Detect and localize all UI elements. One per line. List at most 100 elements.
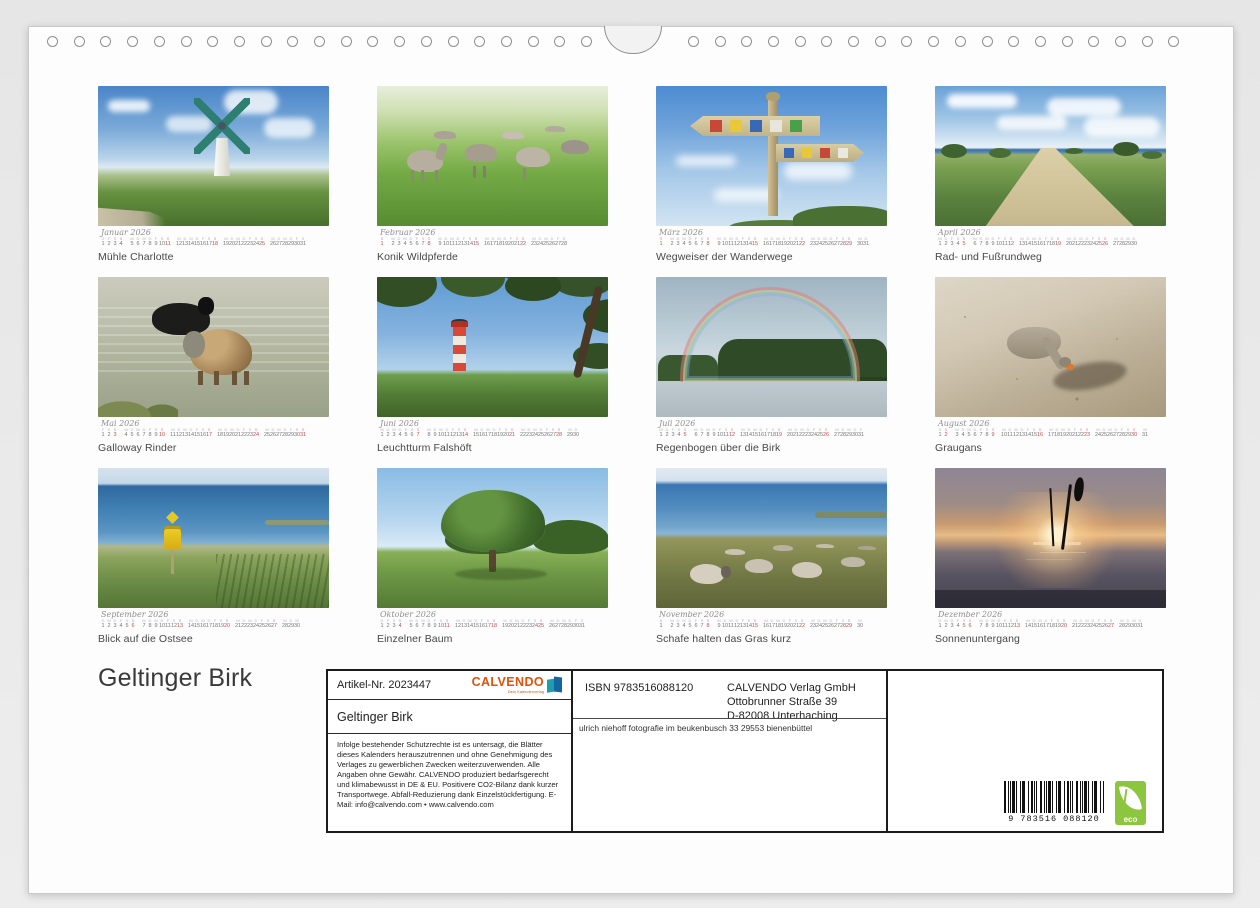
month-cell-maerz: März 2026S1M2D3M4D5F6S7S8M9D10M11D12F13S… <box>656 86 887 263</box>
month-name: März 2026 <box>659 229 887 237</box>
calvendo-wordmark: CALVENDO <box>472 676 544 689</box>
binding-hole <box>1088 36 1099 47</box>
mini-calendar-januar: Januar 2026D1F2S3S4M5D6M7D8F9S10S11M12D1… <box>98 229 329 247</box>
photo-august <box>935 277 1166 417</box>
month-name: November 2026 <box>659 611 887 619</box>
month-name: Mai 2026 <box>101 420 329 428</box>
photo-oktober <box>377 468 608 608</box>
month-cell-oktober: Oktober 2026D1F2S3S4M5D6M7D8F9S10S11M12D… <box>377 468 608 645</box>
binding-hole <box>181 36 192 47</box>
photo-juli <box>656 277 887 417</box>
day-numbers-row: D1M2D3F4S5S6M7D8M9D10F11S12S13M14D15M16D… <box>937 619 1166 629</box>
binding-hole <box>1168 36 1179 47</box>
month-thumbnails-grid: Januar 2026D1F2S3S4M5D6M7D8F9S10S11M12D1… <box>98 86 1208 666</box>
month-caption: Leuchtturm Falshöft <box>377 442 608 454</box>
publisher-city: D-82008 Unterhaching <box>727 710 856 724</box>
publisher-name: CALVENDO Verlag GmbH <box>727 682 856 696</box>
binding-hole <box>1035 36 1046 47</box>
binding-hole <box>154 36 165 47</box>
month-caption: Rad- und Fußrundweg <box>935 251 1166 263</box>
month-cell-februar: Februar 2026S1M2D3M4D5F6S7S8M9D10M11D12F… <box>377 86 608 263</box>
binding-hole <box>795 36 806 47</box>
mini-calendar-november: November 2026S1M2D3M4D5F6S7S8M9D10M11D12… <box>656 611 887 629</box>
binding-hole <box>821 36 832 47</box>
calendar-title: Geltinger Birk <box>337 710 413 724</box>
legal-text: Infolge bestehender Schutzrechte ist es … <box>337 740 562 810</box>
info-column-left: Artikel-Nr. 2023447 CALVENDO Dein Kalend… <box>328 671 573 831</box>
binding-hole <box>901 36 912 47</box>
binding-hole <box>928 36 939 47</box>
binding-hole <box>1142 36 1153 47</box>
barcode-bars <box>1004 781 1104 813</box>
title-row: Geltinger Birk <box>328 700 571 734</box>
binding-hole <box>394 36 405 47</box>
calendar-sheet: Januar 2026D1F2S3S4M5D6M7D8F9S10S11M12D1… <box>28 26 1234 894</box>
photo-juni <box>377 277 608 417</box>
mini-calendar-juli: Juli 2026M1D2F3S4S5M6D7M8D9F10S11S12M13D… <box>656 420 887 438</box>
barcode-area: 9 783516 088120 eco <box>1002 781 1146 825</box>
month-caption: Sonnenuntergang <box>935 633 1166 645</box>
binding-hole <box>234 36 245 47</box>
binding-hole <box>741 36 752 47</box>
photo-februar <box>377 86 608 226</box>
day-numbers-row: S1M2D3M4D5F6S7S8M9D10M11D12F13S14S15M16D… <box>658 237 887 247</box>
calendar-back-page: Januar 2026D1F2S3S4M5D6M7D8F9S10S11M12D1… <box>0 0 1260 908</box>
binding-hole <box>74 36 85 47</box>
day-numbers-row: S1M2D3M4D5F6S7S8M9D10M11D12F13S14S15M16D… <box>379 237 608 247</box>
month-caption: Blick auf die Ostsee <box>98 633 329 645</box>
mini-calendar-mai: Mai 2026F1S2S3M4D5M6D7F8S9S10M11D12M13D1… <box>98 420 329 438</box>
binding-hole <box>581 36 592 47</box>
month-name: Februar 2026 <box>380 229 608 237</box>
photo-dezember <box>935 468 1166 608</box>
binding-hole <box>47 36 58 47</box>
binding-hole <box>955 36 966 47</box>
info-column-right: 9 783516 088120 eco <box>888 671 1162 831</box>
calvendo-logo-text-block: CALVENDO Dein Kalenderverlag <box>472 676 544 694</box>
binding-hole <box>554 36 565 47</box>
ean-barcode: 9 783516 088120 <box>1002 781 1106 824</box>
month-caption: Graugans <box>935 442 1166 454</box>
mini-calendar-august: August 2026S1S2M3D4M5D6F7S8S9M10D11M12D1… <box>935 420 1166 438</box>
divider <box>573 718 886 719</box>
binding-hole <box>474 36 485 47</box>
day-numbers-row: D1M2D3F4S5S6M7D8M9D10F11S12S13M14D15M16D… <box>100 619 329 629</box>
publisher-street: Ottobrunner Straße 39 <box>727 696 856 710</box>
month-caption: Konik Wildpferde <box>377 251 608 263</box>
month-caption: Schafe halten das Gras kurz <box>656 633 887 645</box>
month-cell-november: November 2026S1M2D3M4D5F6S7S8M9D10M11D12… <box>656 468 887 645</box>
publisher-info-box: Artikel-Nr. 2023447 CALVENDO Dein Kalend… <box>326 669 1164 833</box>
photo-mai <box>98 277 329 417</box>
month-cell-april: April 2026M1D2F3S4S5M6D7M8D9F10S11S12M13… <box>935 86 1166 263</box>
calvendo-tagline: Dein Kalenderverlag <box>508 690 544 694</box>
day-numbers-row: S1S2M3D4M5D6F7S8S9M10D11M12D13F14S15S16M… <box>937 428 1166 438</box>
binding-hole <box>367 36 378 47</box>
calvendo-logo-icon <box>547 677 562 693</box>
mini-calendar-dezember: Dezember 2026D1M2D3F4S5S6M7D8M9D10F11S12… <box>935 611 1166 629</box>
binding-hole <box>314 36 325 47</box>
mini-calendar-april: April 2026M1D2F3S4S5M6D7M8D9F10S11S12M13… <box>935 229 1166 247</box>
day-numbers-row: M1D2M3D4F5S6S7M8D9M10D11F12S13S14M15D16M… <box>379 428 608 438</box>
binding-hole <box>127 36 138 47</box>
mini-calendar-september: September 2026D1M2D3F4S5S6M7D8M9D10F11S1… <box>98 611 329 629</box>
binding-hole <box>1008 36 1019 47</box>
mini-calendar-februar: Februar 2026S1M2D3M4D5F6S7S8M9D10M11D12F… <box>377 229 608 247</box>
month-caption: Galloway Rinder <box>98 442 329 454</box>
barcode-digits: 9 783516 088120 <box>1004 814 1104 824</box>
photo-januar <box>98 86 329 226</box>
isbn-row: ISBN 9783516088120 CALVENDO Verlag GmbH … <box>573 671 886 723</box>
binding-hole <box>287 36 298 47</box>
binding-hole <box>341 36 352 47</box>
eco-label-text: eco <box>1115 815 1146 824</box>
binding-hole <box>1062 36 1073 47</box>
month-cell-januar: Januar 2026D1F2S3S4M5D6M7D8F9S10S11M12D1… <box>98 86 329 263</box>
day-numbers-row: M1D2F3S4S5M6D7M8D9F10S11S12M13D14M15D16F… <box>937 237 1166 247</box>
page-title: Geltinger Birk <box>98 664 252 693</box>
binding-hole <box>875 36 886 47</box>
month-caption: Regenbogen über die Birk <box>656 442 887 454</box>
article-number: Artikel-Nr. 2023447 <box>337 679 431 691</box>
month-cell-mai: Mai 2026F1S2S3M4D5M6D7F8S9S10M11D12M13D1… <box>98 277 329 454</box>
month-cell-dezember: Dezember 2026D1M2D3F4S5S6M7D8M9D10F11S12… <box>935 468 1166 645</box>
photo-april <box>935 86 1166 226</box>
photo-november <box>656 468 887 608</box>
mini-calendar-juni: Juni 2026M1D2M3D4F5S6S7M8D9M10D11F12S13S… <box>377 420 608 438</box>
